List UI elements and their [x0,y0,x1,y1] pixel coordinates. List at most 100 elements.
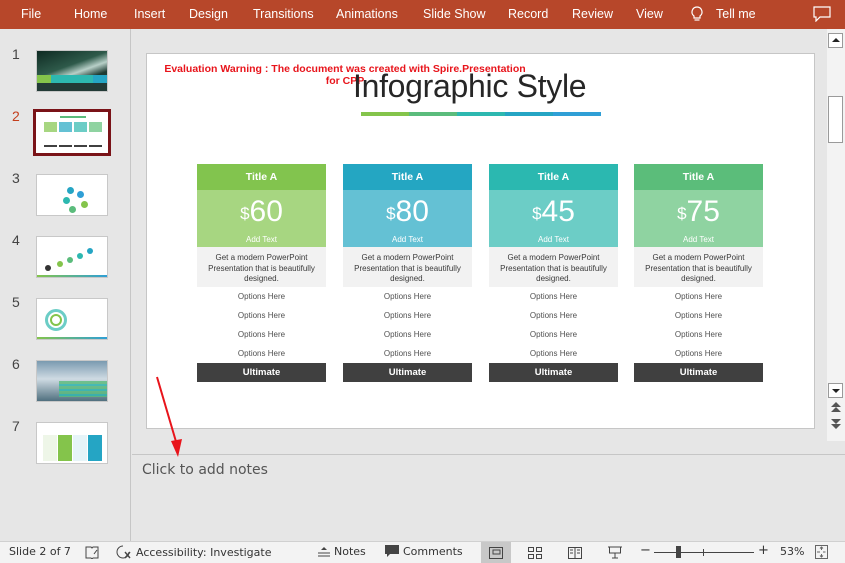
add-text[interactable]: Add Text [343,235,472,244]
card-option[interactable]: Options Here [197,287,326,306]
tab-home[interactable]: Home [74,7,107,21]
card-title[interactable]: Title A [197,164,326,190]
card-option[interactable]: Options Here [197,325,326,344]
notes-placeholder[interactable]: Click to add notes [142,462,268,478]
powerpoint-window: File Home Insert Design Transitions Anim… [0,0,845,563]
card-option[interactable]: Options Here [634,325,763,344]
slide-thumbnail-7[interactable]: 7 [0,418,131,468]
card-option[interactable]: Options Here [197,344,326,363]
slide-thumbnail-2[interactable]: 2 [0,108,131,158]
card-description[interactable]: Get a modern PowerPoint Presentation tha… [634,247,763,287]
card-option[interactable]: Options Here [489,344,618,363]
slide-thumbnail-1[interactable]: 1 [0,46,131,96]
previous-slide-icon[interactable] [831,402,841,414]
card-description[interactable]: Get a modern PowerPoint Presentation tha… [343,247,472,287]
tab-review[interactable]: Review [572,7,613,21]
slide-thumbnail-pane: 1 2 3 4 5 6 7 [0,29,131,541]
tab-animations[interactable]: Animations [336,7,398,21]
zoom-slider-midpoint [703,549,704,556]
zoom-out-button[interactable]: − [640,543,651,558]
card-option[interactable]: Options Here [634,306,763,325]
zoom-slider-handle[interactable] [676,546,681,558]
card-option[interactable]: Options Here [343,306,472,325]
price-amount[interactable]: 60 [250,195,283,228]
card-option[interactable]: Options Here [489,287,618,306]
card-description[interactable]: Get a modern PowerPoint Presentation tha… [489,247,618,287]
card-option[interactable]: Options Here [634,344,763,363]
add-text[interactable]: Add Text [489,235,618,244]
notes-pane[interactable]: Click to add notes [132,454,845,541]
fit-to-window-icon[interactable] [815,545,828,559]
card-title[interactable]: Title A [489,164,618,190]
card-option[interactable]: Options Here [197,306,326,325]
card-price-block: $75 Add Text [634,190,763,247]
scroll-up-button[interactable] [828,33,843,48]
spell-check-icon[interactable] [85,546,99,559]
title-underline [361,112,601,116]
price-amount[interactable]: 75 [687,195,720,228]
slide-number: 2 [12,108,20,124]
ultimate-button[interactable]: Ultimate [634,363,763,382]
slide-sorter-button[interactable] [520,542,550,563]
normal-view-icon [489,546,503,559]
slide-thumbnail-3[interactable]: 3 [0,170,131,220]
card-title[interactable]: Title A [634,164,763,190]
ultimate-button[interactable]: Ultimate [197,363,326,382]
accessibility-icon [116,545,131,559]
presenter-icon [608,546,622,559]
book-icon [568,546,582,559]
slideshow-button[interactable] [600,542,630,563]
price-amount[interactable]: 45 [542,195,575,228]
tell-me-search[interactable]: Tell me [716,7,756,21]
accessibility-button[interactable]: Accessibility: Investigate [116,545,272,559]
card-option[interactable]: Options Here [489,306,618,325]
card-price-block: $60 Add Text [197,190,326,247]
ultimate-button[interactable]: Ultimate [489,363,618,382]
tab-insert[interactable]: Insert [134,7,165,21]
add-text[interactable]: Add Text [197,235,326,244]
vertical-scrollbar[interactable] [827,29,845,441]
tab-slide-show[interactable]: Slide Show [423,7,486,21]
notes-label: Notes [334,545,366,558]
zoom-level[interactable]: 53% [780,545,804,558]
zoom-slider-track[interactable] [654,552,754,553]
card-option[interactable]: Options Here [489,325,618,344]
underline-segment [361,112,409,116]
slide-title[interactable]: Infographic Style [353,68,587,105]
card-description[interactable]: Get a modern PowerPoint Presentation tha… [197,247,326,287]
slide-thumbnail-6[interactable]: 6 [0,356,131,406]
zoom-in-button[interactable]: + [758,543,769,558]
thumbnail-image [36,236,108,278]
notes-toggle-button[interactable]: Notes [318,545,366,558]
ribbon-tab-bar: File Home Insert Design Transitions Anim… [0,0,845,29]
tab-record[interactable]: Record [508,7,548,21]
card-option[interactable]: Options Here [634,287,763,306]
comments-toggle-button[interactable]: Comments [385,545,463,558]
card-option[interactable]: Options Here [343,287,472,306]
lightbulb-icon[interactable] [690,6,704,22]
tab-design[interactable]: Design [189,7,228,21]
accessibility-label: Accessibility: Investigate [136,545,272,559]
card-option[interactable]: Options Here [343,325,472,344]
card-option[interactable]: Options Here [343,344,472,363]
add-text[interactable]: Add Text [634,235,763,244]
comments-icon[interactable] [813,6,831,22]
next-slide-icon[interactable] [831,418,841,430]
slide-thumbnail-5[interactable]: 5 [0,294,131,344]
tab-transitions[interactable]: Transitions [253,7,314,21]
slide-thumbnail-4[interactable]: 4 [0,232,131,282]
currency-symbol: $ [532,204,542,223]
thumbnail-image [36,360,108,402]
slide-number: 4 [12,232,20,248]
scrollbar-thumb[interactable] [828,96,843,143]
tab-view[interactable]: View [636,7,663,21]
tab-file[interactable]: File [21,7,41,21]
card-title[interactable]: Title A [343,164,472,190]
scroll-down-button[interactable] [828,383,843,398]
price-amount[interactable]: 80 [396,195,429,228]
slide-canvas[interactable]: Evaluation Warning : The document was cr… [146,53,815,429]
underline-segment [409,112,457,116]
reading-view-button[interactable] [560,542,590,563]
ultimate-button[interactable]: Ultimate [343,363,472,382]
normal-view-button[interactable] [481,542,511,563]
